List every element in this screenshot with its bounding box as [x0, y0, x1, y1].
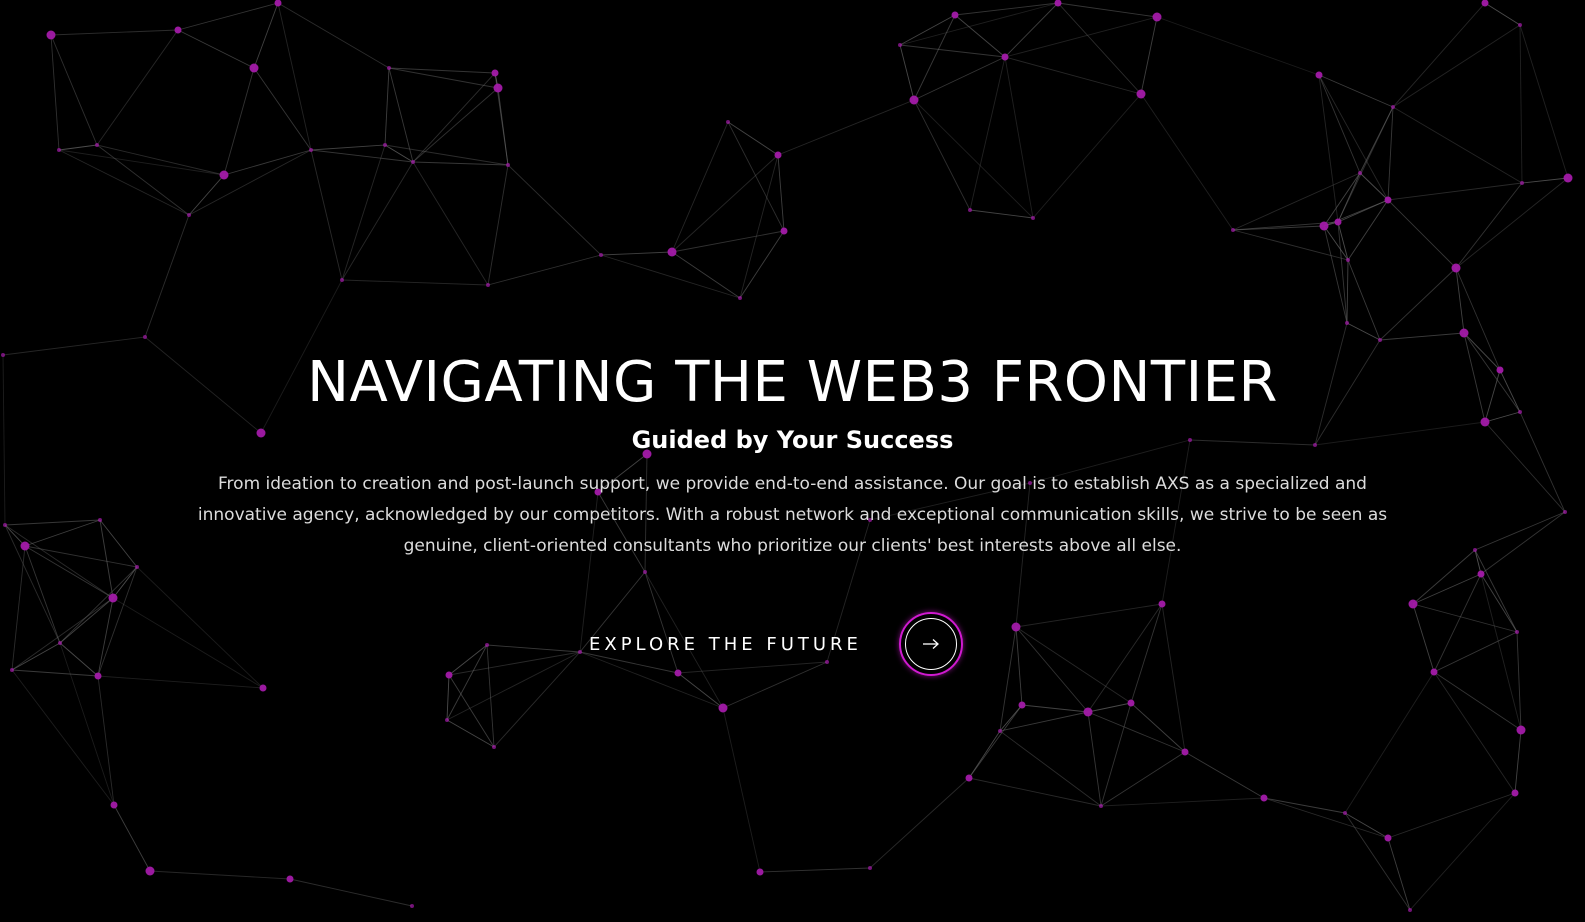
explore-future-label: EXPLORE THE FUTURE: [589, 633, 862, 655]
cta-inner-ring: [904, 618, 957, 670]
arrow-right-icon: [922, 639, 939, 649]
cta-ring[interactable]: [898, 612, 963, 676]
hero-subtitle: Guided by Your Success: [631, 426, 954, 454]
explore-future-button[interactable]: EXPLORE THE FUTURE: [589, 610, 963, 678]
hero-title: NAVIGATING THE WEB3 FRONTIER: [307, 350, 1278, 415]
hero-description: From ideation to creation and post-launc…: [197, 474, 1388, 556]
hero-section: NAVIGATING THE WEB3 FRONTIER Guided by Y…: [0, 0, 1585, 922]
